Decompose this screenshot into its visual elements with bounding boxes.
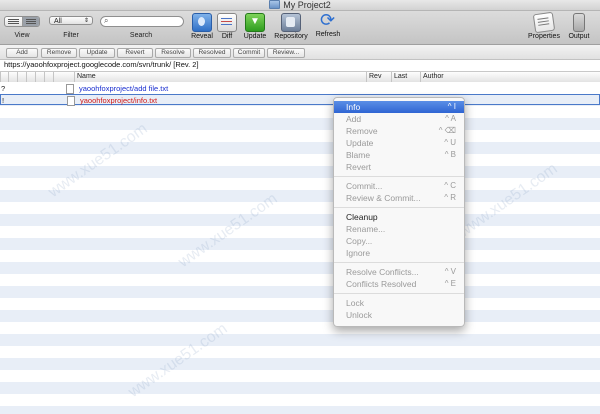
menu-item-cleanup[interactable]: Cleanup — [334, 211, 464, 223]
refresh-icon — [319, 10, 337, 31]
menu-item-info[interactable]: Info ^ I — [334, 101, 464, 113]
window-title: My Project2 — [283, 0, 331, 10]
tree-conflict-column-header[interactable] — [53, 72, 64, 82]
document-icon — [67, 96, 75, 106]
watermark-text: www.xue51.com — [175, 190, 281, 271]
tree-view-icon[interactable] — [22, 17, 39, 26]
file-row[interactable]: ? yaoohfoxproject/add file.txt — [0, 83, 600, 94]
menu-separator — [334, 293, 464, 294]
revert-button[interactable]: Revert — [117, 48, 153, 58]
repository-label: Repository — [274, 33, 308, 40]
file-list: www.xue51.com www.xue51.com www.xue51.co… — [0, 82, 600, 414]
menu-item-remove[interactable]: Remove ^ ⌫ — [334, 125, 464, 137]
menu-item-lock[interactable]: Lock — [334, 297, 464, 309]
search-input[interactable]: ⌕ — [100, 16, 184, 27]
toolbar: View All ⇕ Filter ⌕ Search Reveal Diff U… — [0, 10, 600, 45]
chevron-updown-icon: ⇕ — [83, 18, 89, 24]
author-column-header[interactable]: Author — [420, 72, 457, 82]
menu-item-blame[interactable]: Blame ^ B — [334, 149, 464, 161]
update-action-button[interactable]: Update — [79, 48, 115, 58]
add-button[interactable]: Add — [6, 48, 38, 58]
list-view-icon[interactable] — [5, 17, 23, 26]
menu-item-rename[interactable]: Rename... — [334, 223, 464, 235]
menu-item-ignore[interactable]: Ignore — [334, 247, 464, 259]
menu-item-resolve-conflicts[interactable]: Resolve Conflicts... ^ V — [334, 266, 464, 278]
commit-button[interactable]: Commit — [233, 48, 265, 58]
refresh-button[interactable]: Refresh — [308, 10, 348, 38]
context-menu: Info ^ I Add ^ A Remove ^ ⌫ Update ^ U Blame… — [333, 97, 465, 327]
search-icon: ⌕ — [104, 16, 109, 25]
output-icon — [573, 13, 585, 32]
rev-column-header[interactable]: Rev — [366, 72, 389, 82]
update-button[interactable]: Update — [235, 11, 275, 40]
menu-item-revert[interactable]: Revert — [334, 161, 464, 173]
window-titlebar: My Project2 — [0, 0, 600, 11]
repository-url: https://yaoohfoxproject.googlecode.com/s… — [4, 60, 199, 69]
remove-button[interactable]: Remove — [41, 48, 77, 58]
update-label: Update — [243, 33, 267, 40]
menu-item-add[interactable]: Add ^ A — [334, 113, 464, 125]
repository-button[interactable]: Repository — [271, 11, 311, 40]
file-name: yaoohfoxproject/add file.txt — [79, 84, 169, 93]
action-bar: Add Remove Update Revert Resolve Resolve… — [0, 45, 600, 60]
properties-icon — [532, 11, 556, 34]
menu-separator — [334, 262, 464, 263]
last-column-header[interactable]: Last — [391, 72, 418, 82]
file-row-selected[interactable]: ! yaoohfoxproject/info.txt — [0, 94, 600, 106]
menu-separator — [334, 176, 464, 177]
file-name: yaoohfoxproject/info.txt — [80, 96, 158, 105]
repository-icon — [281, 13, 301, 32]
filter-select[interactable]: All ⇕ — [49, 16, 93, 25]
menu-item-copy[interactable]: Copy... — [334, 235, 464, 247]
file-status: ! — [2, 96, 5, 105]
properties-label: Properties — [528, 33, 560, 40]
project-icon — [269, 0, 281, 9]
output-button[interactable]: Output — [559, 11, 599, 40]
output-label: Output — [568, 33, 590, 40]
view-mode-control[interactable] — [4, 16, 40, 27]
filter-label: Filter — [63, 32, 79, 39]
refresh-label: Refresh — [315, 31, 341, 38]
resolved-button[interactable]: Resolved — [193, 48, 231, 58]
watermark-text: www.xue51.com — [45, 120, 151, 201]
update-arrow-icon — [245, 13, 265, 32]
watermark-text: www.xue51.com — [125, 320, 231, 401]
menu-item-commit[interactable]: Commit... ^ C — [334, 180, 464, 192]
menu-separator — [334, 207, 464, 208]
menu-item-review-commit[interactable]: Review & Commit... ^ R — [334, 192, 464, 204]
view-label: View — [14, 32, 30, 39]
search-label: Search — [129, 32, 153, 39]
review-button[interactable]: Review... — [267, 48, 305, 58]
document-icon — [66, 84, 74, 94]
resolve-button[interactable]: Resolve — [155, 48, 191, 58]
name-column-header[interactable]: Name — [74, 72, 365, 82]
diff-icon — [217, 13, 237, 32]
filter-value: All — [54, 18, 62, 25]
properties-button[interactable]: Properties — [524, 11, 564, 40]
file-status: ? — [1, 84, 6, 93]
menu-item-update[interactable]: Update ^ U — [334, 137, 464, 149]
menu-item-unlock[interactable]: Unlock — [334, 309, 464, 321]
watermark-text: www.xue51.com — [455, 160, 561, 241]
menu-item-conflicts-resolved[interactable]: Conflicts Resolved ^ E — [334, 278, 464, 290]
